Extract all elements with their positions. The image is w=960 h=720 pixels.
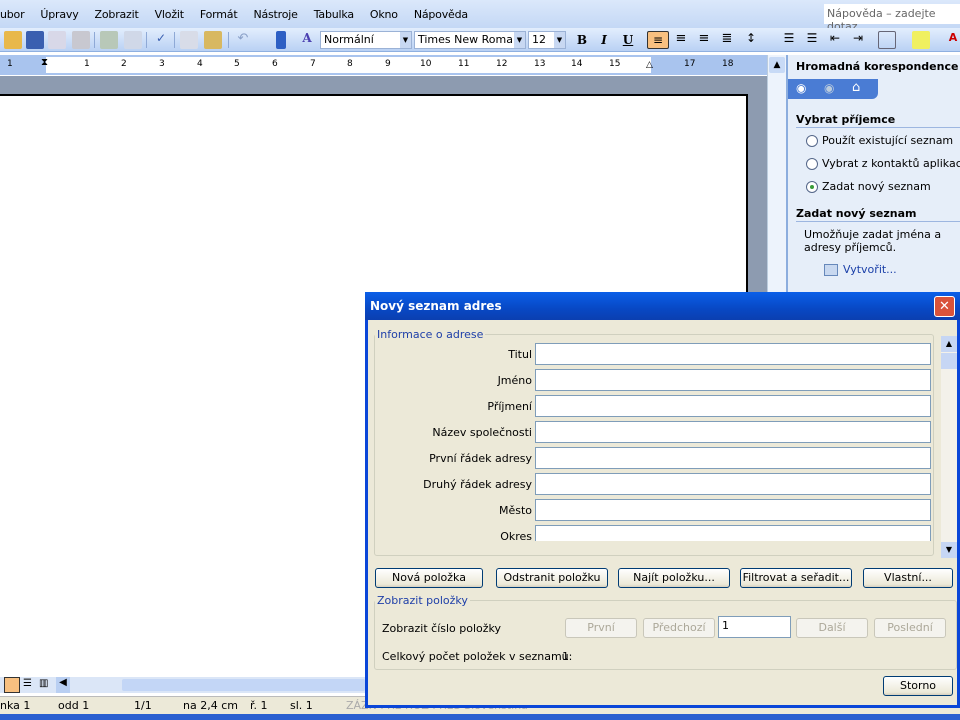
font-select[interactable]: Times New Roman ▼ — [414, 31, 526, 49]
total-count: 1 — [562, 650, 569, 663]
decrease-indent-icon[interactable]: ⇤ — [826, 31, 844, 49]
scroll-up-icon[interactable]: ▲ — [941, 336, 957, 352]
task-pane-nav: ◉ ◉ ⌂ — [788, 79, 878, 99]
align-left-icon[interactable]: ≡ — [647, 31, 669, 49]
print-preview-icon[interactable] — [124, 31, 142, 49]
horizontal-scroll-thumb[interactable] — [122, 679, 365, 691]
create-link[interactable]: Vytvořit... — [824, 263, 897, 276]
chevron-down-icon: ▼ — [554, 32, 565, 48]
home-icon[interactable]: ⌂ — [852, 80, 860, 95]
first-button[interactable]: První — [565, 618, 637, 638]
highlight-icon[interactable] — [912, 31, 930, 49]
email-icon[interactable] — [72, 31, 90, 49]
font-color-icon[interactable]: A — [944, 31, 960, 49]
line-spacing-icon[interactable]: ↕ — [742, 31, 760, 49]
scroll-down-icon[interactable]: ▼ — [941, 542, 957, 558]
align-center-icon[interactable]: ≡ — [672, 31, 690, 49]
task-pane-title: Hromadná korespondence — [796, 60, 959, 73]
title-field[interactable] — [535, 343, 931, 365]
dialog-title: Nový seznam adres — [365, 292, 960, 320]
taskbar — [0, 714, 960, 720]
new-address-list-dialog: Nový seznam adres ✕ Informace o adrese T… — [365, 292, 960, 708]
menu-help[interactable]: Nápověda — [406, 8, 476, 21]
web-layout-icon[interactable]: ☰ — [23, 678, 32, 689]
scroll-up-icon[interactable]: ▲ — [769, 57, 785, 73]
city-field[interactable] — [535, 499, 931, 521]
radio-outlook-contacts[interactable]: Vybrat z kontaktů aplikace Ou — [806, 157, 960, 170]
normal-view-icon[interactable] — [4, 677, 20, 693]
section-heading: Vybrat příjemce — [796, 113, 960, 128]
first-name-field[interactable] — [535, 369, 931, 391]
align-right-icon[interactable]: ≡ — [695, 31, 713, 49]
address-line2-field[interactable] — [535, 473, 931, 495]
indent-marker[interactable]: ⧗ — [41, 57, 48, 68]
company-field[interactable] — [535, 421, 931, 443]
new-list-icon — [824, 263, 838, 276]
radio-new-list[interactable]: Zadat nový seznam — [806, 180, 931, 193]
last-button[interactable]: Poslední — [874, 618, 946, 638]
permission-icon[interactable] — [48, 31, 66, 49]
increase-indent-icon[interactable]: ⇥ — [849, 31, 867, 49]
delete-entry-button[interactable]: Odstranit položku — [496, 568, 608, 588]
menu-insert[interactable]: Vložit — [147, 8, 192, 21]
style-select[interactable]: Normální ▼ — [320, 31, 412, 49]
next-button[interactable]: Další — [796, 618, 868, 638]
menu-edit[interactable]: Úpravy — [32, 8, 86, 21]
forward-icon[interactable]: ◉ — [824, 81, 834, 95]
scroll-thumb[interactable] — [941, 353, 957, 369]
customize-button[interactable]: Vlastní... — [863, 568, 953, 588]
toolbar: ✓ ↶ A Normální ▼ Times New Roman ▼ 12 ▼ B I… — [0, 28, 960, 52]
bullets-icon[interactable]: ☰ — [803, 31, 821, 49]
cancel-button[interactable]: Storno — [883, 676, 953, 696]
chevron-down-icon: ▼ — [400, 32, 411, 48]
menu-tools[interactable]: Nástroje — [245, 8, 305, 21]
styles-icon[interactable]: A — [298, 31, 316, 49]
district-field[interactable] — [535, 525, 931, 541]
chevron-down-icon: ▼ — [514, 32, 525, 48]
undo-icon[interactable]: ↶ — [234, 31, 252, 49]
menu-bar: ubor Úpravy Zobrazit Vložit Formát Nástr… — [0, 0, 960, 28]
justify-icon[interactable]: ≣ — [718, 31, 736, 49]
open-icon[interactable] — [4, 31, 22, 49]
menu-window[interactable]: Okno — [362, 8, 406, 21]
spelling-icon[interactable]: ✓ — [152, 31, 170, 49]
last-name-field[interactable] — [535, 395, 931, 417]
reading-layout-icon[interactable]: ▥ — [39, 678, 48, 689]
menu-format[interactable]: Formát — [192, 8, 246, 21]
entry-number-input[interactable]: 1 — [718, 616, 791, 638]
bold-button[interactable]: B — [572, 31, 592, 49]
menu-table[interactable]: Tabulka — [306, 8, 362, 21]
back-icon[interactable]: ◉ — [796, 81, 806, 95]
close-icon[interactable]: ✕ — [934, 296, 955, 317]
numbering-icon[interactable]: ☰ — [780, 31, 798, 49]
paste-icon[interactable] — [204, 31, 222, 49]
font-size-select[interactable]: 12 ▼ — [528, 31, 566, 49]
menu-view[interactable]: Zobrazit — [87, 8, 147, 21]
underline-button[interactable]: U — [618, 31, 638, 49]
right-indent-marker[interactable]: △ — [646, 60, 653, 70]
print-icon[interactable] — [100, 31, 118, 49]
horizontal-ruler[interactable]: 1 1 2 3 4 5 6 7 8 9 10 11 12 13 14 15 17… — [0, 55, 767, 75]
fields-scrollbar[interactable]: ▲ ▼ — [941, 336, 957, 558]
section-heading: Zadat nový seznam — [796, 207, 960, 222]
filter-sort-button[interactable]: Filtrovat a seřadit... — [740, 568, 852, 588]
find-entry-button[interactable]: Najít položku... — [618, 568, 730, 588]
borders-icon[interactable] — [878, 31, 896, 49]
previous-button[interactable]: Předchozí — [643, 618, 715, 638]
help-search-input[interactable]: Nápověda – zadejte dotaz — [824, 4, 960, 33]
menu-file[interactable]: ubor — [0, 8, 32, 21]
radio-existing-list[interactable]: Použít existující seznam — [806, 134, 953, 147]
save-icon[interactable] — [26, 31, 44, 49]
copy-icon[interactable] — [180, 31, 198, 49]
scroll-left-icon[interactable]: ◀ — [56, 677, 70, 693]
italic-button[interactable]: I — [594, 31, 614, 49]
description: Umožňuje zadat jména a adresy příjemců. — [804, 228, 942, 254]
address-line1-field[interactable] — [535, 447, 931, 469]
new-entry-button[interactable]: Nová položka — [375, 568, 483, 588]
view-bar: ☰ ▥ ◀ — [0, 677, 365, 693]
toolbar-options-icon[interactable] — [276, 31, 286, 49]
